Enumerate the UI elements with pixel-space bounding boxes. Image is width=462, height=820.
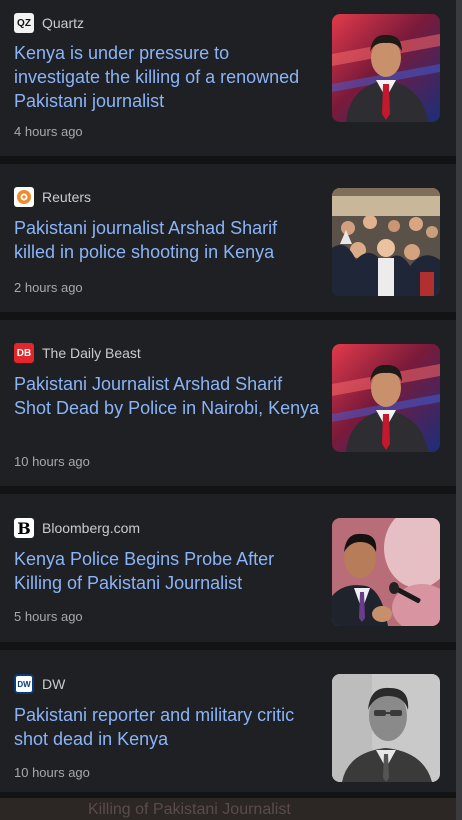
source-row: B Bloomberg.com (14, 517, 140, 539)
source-name: Bloomberg.com (42, 520, 141, 536)
man-in-suit-image (332, 14, 440, 122)
headline-link[interactable]: Pakistani Journalist Arshad Sharif Shot … (14, 372, 320, 420)
source-name: The Daily Beast (42, 345, 141, 361)
crowd-image (332, 188, 440, 296)
dw-logo-icon: DW (14, 674, 34, 694)
daily-beast-logo-icon: DB (14, 343, 34, 363)
source-name: DW (42, 676, 66, 692)
source-row: Reuters (14, 186, 91, 208)
bloomberg-logo-icon: B (14, 518, 34, 538)
timestamp: 4 hours ago (14, 124, 83, 139)
article-thumbnail[interactable] (332, 518, 440, 626)
man-in-suit-image (332, 344, 440, 452)
article-thumbnail[interactable] (332, 188, 440, 296)
ghost-headline: Killing of Pakistani Journalist (88, 801, 291, 818)
headline-link[interactable]: Kenya Police Begins Probe After Killing … (14, 547, 320, 595)
article-card[interactable]: DB The Daily Beast Pakistani Journalist … (0, 320, 456, 494)
timestamp: 2 hours ago (14, 280, 83, 295)
scrollbar-track[interactable] (456, 0, 462, 820)
headline-link[interactable]: Pakistani journalist Arshad Sharif kille… (14, 216, 320, 264)
source-name: Quartz (42, 15, 85, 31)
article-card[interactable]: DW DW Pakistani reporter and military cr… (0, 650, 456, 800)
source-row: DB The Daily Beast (14, 342, 141, 364)
man-with-microphone-image (332, 518, 440, 626)
headline-link[interactable]: Kenya is under pressure to investigate t… (14, 41, 320, 113)
next-card-peek: Killing of Pakistani Journalist (0, 798, 462, 820)
reuters-logo-icon (14, 187, 34, 207)
source-row: DW DW (14, 673, 65, 695)
quartz-logo-icon: QZ (14, 13, 34, 33)
article-card[interactable]: Reuters Pakistani journalist Arshad Shar… (0, 164, 456, 320)
article-thumbnail[interactable] (332, 344, 440, 452)
article-thumbnail[interactable] (332, 14, 440, 122)
headline-link[interactable]: Pakistani reporter and military critic s… (14, 703, 320, 751)
source-row: QZ Quartz (14, 12, 84, 34)
timestamp: 5 hours ago (14, 609, 83, 624)
article-thumbnail[interactable] (332, 674, 440, 782)
timestamp: 10 hours ago (14, 765, 90, 780)
article-card[interactable]: B Bloomberg.com Kenya Police Begins Prob… (0, 494, 456, 650)
grayscale-portrait-image (332, 674, 440, 782)
timestamp: 10 hours ago (14, 454, 90, 469)
source-name: Reuters (42, 189, 92, 205)
article-card[interactable]: QZ Quartz Kenya is under pressure to inv… (0, 0, 456, 164)
news-feed: QZ Quartz Kenya is under pressure to inv… (0, 0, 462, 820)
